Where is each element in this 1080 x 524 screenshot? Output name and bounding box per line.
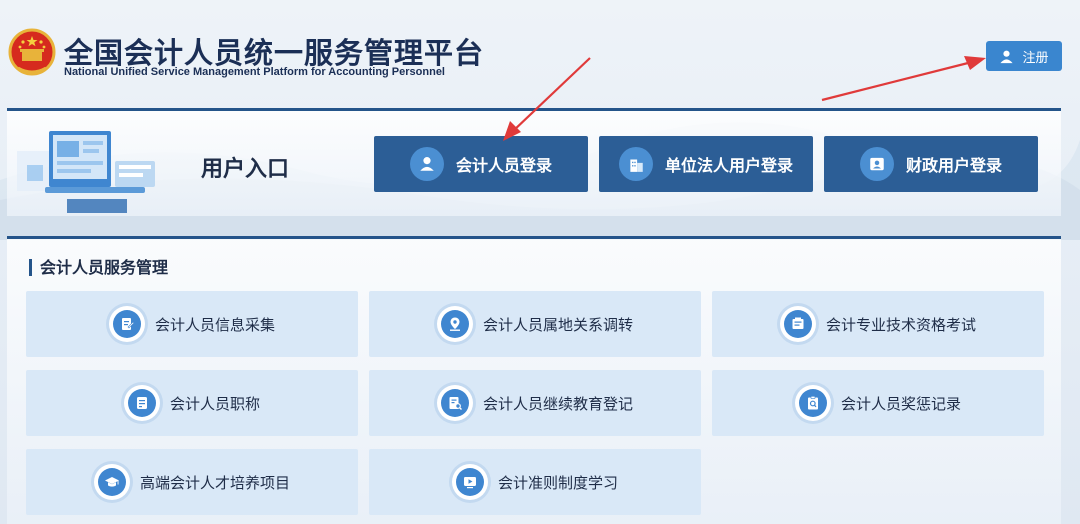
tile-label: 高端会计人才培养项目	[139, 473, 290, 492]
tile-label: 会计人员信息采集	[154, 315, 275, 334]
exam-icon	[779, 306, 816, 342]
tile-label: 会计人员属地关系调转	[482, 315, 633, 334]
location-pin-icon	[436, 306, 473, 342]
tile-label: 会计人员职称	[169, 394, 260, 413]
user-entry-panel: 用户入口 会计人员登录 单位法人用户登录 财政用户登录	[7, 108, 1061, 216]
tile-qualification-exam[interactable]: 会计专业技术资格考试	[712, 291, 1044, 357]
clipboard-search-icon	[794, 385, 831, 421]
site-subtitle: National Unified Service Management Plat…	[64, 66, 445, 78]
id-card-icon	[859, 147, 894, 181]
computer-illustration-icon	[17, 131, 155, 213]
accountant-login-button[interactable]: 会计人员登录	[374, 136, 588, 192]
play-video-icon	[451, 464, 488, 500]
edit-document-icon	[108, 306, 145, 342]
register-label: 注册	[1022, 50, 1049, 66]
register-button[interactable]: 注册	[986, 41, 1062, 71]
tile-continuing-education[interactable]: 会计人员继续教育登记	[369, 370, 701, 436]
section-title: 会计人员服务管理	[29, 259, 168, 276]
corporate-login-label: 单位法人用户登录	[664, 156, 793, 175]
tile-label: 会计专业技术资格考试	[825, 315, 976, 334]
corporate-login-button[interactable]: 单位法人用户登录	[599, 136, 813, 192]
building-icon	[618, 147, 653, 181]
tile-label: 会计人员奖惩记录	[840, 394, 961, 413]
search-document-icon	[436, 385, 473, 421]
national-emblem-icon	[8, 28, 56, 76]
header: 全国会计人员统一服务管理平台 National Unified Service …	[0, 0, 1080, 100]
graduation-cap-icon	[93, 464, 130, 500]
accountant-login-label: 会计人员登录	[455, 156, 552, 175]
tile-standards-study[interactable]: 会计准则制度学习	[369, 449, 701, 515]
tile-rewards-penalties[interactable]: 会计人员奖惩记录	[712, 370, 1044, 436]
tile-jurisdiction-transfer[interactable]: 会计人员属地关系调转	[369, 291, 701, 357]
tile-label: 会计准则制度学习	[497, 473, 618, 492]
user-icon	[409, 147, 444, 181]
user-entry-title: 用户入口	[201, 157, 290, 182]
certificate-icon	[123, 385, 160, 421]
tile-info-collection[interactable]: 会计人员信息采集	[26, 291, 358, 357]
tile-label: 会计人员继续教育登记	[482, 394, 633, 413]
service-management-panel: 会计人员服务管理 会计人员信息采集 会计人员属地关系调转 会计专业技术资格考试 …	[7, 236, 1061, 524]
finance-login-label: 财政用户登录	[905, 156, 1002, 175]
tile-talent-program[interactable]: 高端会计人才培养项目	[26, 449, 358, 515]
finance-login-button[interactable]: 财政用户登录	[824, 136, 1038, 192]
user-icon	[1000, 50, 1014, 63]
tile-professional-title[interactable]: 会计人员职称	[26, 370, 358, 436]
